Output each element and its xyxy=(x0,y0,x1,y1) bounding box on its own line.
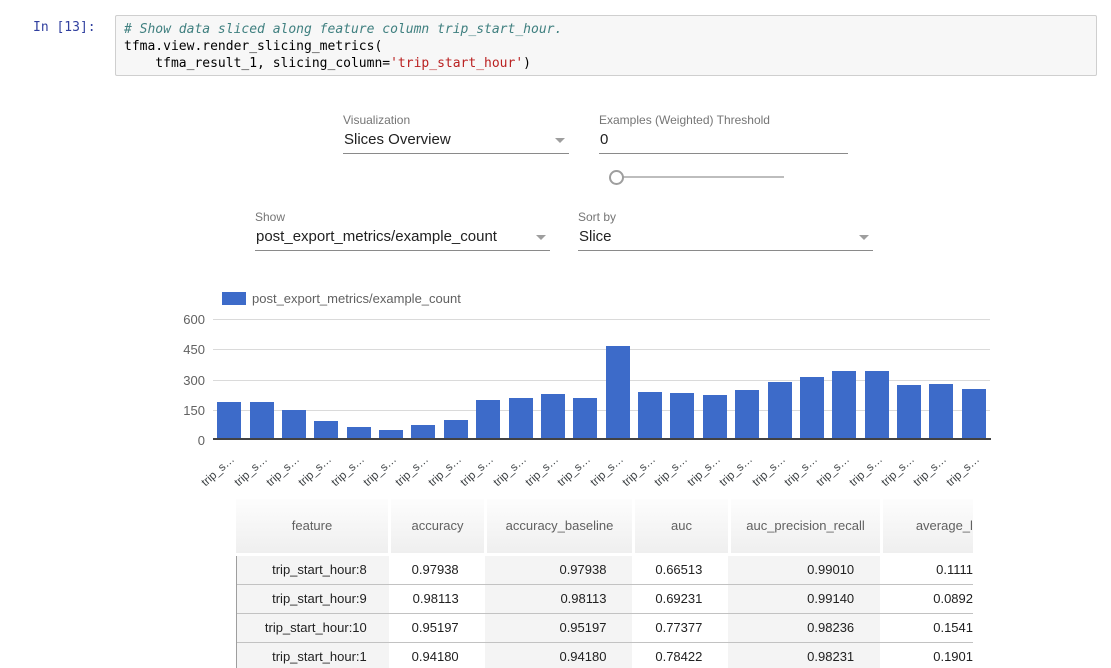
table-cell: 0.1111 xyxy=(880,556,973,584)
show-value: post_export_metrics/example_count xyxy=(255,228,550,245)
code-token: ) xyxy=(523,56,531,71)
sortby-label: Sort by xyxy=(578,210,616,224)
threshold-value: 0 xyxy=(599,131,848,148)
visualization-label: Visualization xyxy=(343,113,410,127)
chart-bar[interactable] xyxy=(509,398,533,440)
y-axis-label: 450 xyxy=(163,342,205,357)
gridline xyxy=(213,349,990,350)
table-cell: 0.97938 xyxy=(389,556,485,584)
chart-bar[interactable] xyxy=(703,395,727,440)
notebook-page: In [13]: # Show data sliced along featur… xyxy=(0,0,1111,668)
chart-bar[interactable] xyxy=(865,371,889,440)
code-token: tfma_result_1, slicing_column= xyxy=(124,56,390,71)
chart-bar[interactable] xyxy=(670,393,694,440)
chart-bar[interactable] xyxy=(573,398,597,440)
chart-bar[interactable] xyxy=(800,377,824,440)
table-body: trip_start_hour:80.979380.979380.665130.… xyxy=(236,556,973,668)
legend-label: post_export_metrics/example_count xyxy=(252,291,461,306)
chart-bar[interactable] xyxy=(541,394,565,440)
table-cell: 0.94180 xyxy=(485,643,633,668)
chart-bar[interactable] xyxy=(282,410,306,440)
threshold-input[interactable]: 0 xyxy=(599,131,848,154)
table-cell: 0.98113 xyxy=(389,585,485,613)
table-cell: 0.1541 xyxy=(880,614,973,642)
visualization-dropdown[interactable]: Slices Overview xyxy=(343,131,569,154)
threshold-label: Examples (Weighted) Threshold xyxy=(599,113,770,127)
sortby-value: Slice xyxy=(578,228,873,245)
code-line: tfma_result_1, slicing_column='trip_star… xyxy=(124,55,1088,72)
table-cell: 0.66513 xyxy=(632,556,728,584)
table-cell: 0.0892 xyxy=(880,585,973,613)
chart-bar[interactable] xyxy=(476,400,500,440)
table-cell: 0.95197 xyxy=(485,614,633,642)
y-axis-label: 150 xyxy=(163,403,205,418)
table-row[interactable]: trip_start_hour:100.951970.951970.773770… xyxy=(237,614,973,643)
chevron-down-icon xyxy=(536,235,546,240)
chart-bar[interactable] xyxy=(929,384,953,440)
table-cell: 0.77377 xyxy=(632,614,728,642)
table-cell: 0.95197 xyxy=(389,614,485,642)
y-axis-label: 600 xyxy=(163,312,205,327)
table-cell: 0.78422 xyxy=(632,643,728,668)
code-token: 'trip_start_hour' xyxy=(390,56,523,71)
table-cell: 0.98113 xyxy=(485,585,633,613)
table-header-row: featureaccuracyaccuracy_baselineaucauc_p… xyxy=(236,499,973,553)
show-label: Show xyxy=(255,210,285,224)
y-axis-label: 0 xyxy=(163,433,205,448)
chart-bar[interactable] xyxy=(962,389,986,440)
chart-bar[interactable] xyxy=(606,346,630,440)
legend-swatch xyxy=(222,292,246,305)
table-header-cell[interactable]: accuracy xyxy=(388,499,484,553)
table-cell: 0.1901 xyxy=(880,643,973,668)
table-row[interactable]: trip_start_hour:80.979380.979380.665130.… xyxy=(237,556,973,585)
table-header-cell[interactable]: auc xyxy=(632,499,728,553)
table-cell: trip_start_hour:10 xyxy=(237,614,389,642)
code-token: tfma.view.render_slicing_metrics( xyxy=(124,39,382,54)
chevron-down-icon xyxy=(555,138,565,143)
table-cell: 0.99140 xyxy=(728,585,880,613)
metrics-table: featureaccuracyaccuracy_baselineaucauc_p… xyxy=(236,499,973,668)
table-cell: 0.69231 xyxy=(632,585,728,613)
table-cell: 0.98236 xyxy=(728,614,880,642)
threshold-slider-track[interactable] xyxy=(611,176,784,178)
visualization-value: Slices Overview xyxy=(343,131,569,148)
chart-bar[interactable] xyxy=(832,371,856,440)
table-cell: trip_start_hour:1 xyxy=(237,643,389,668)
show-dropdown[interactable]: post_export_metrics/example_count xyxy=(255,228,550,251)
code-token: # Show data sliced along feature column … xyxy=(124,22,562,37)
table-header-cell[interactable]: accuracy_baseline xyxy=(484,499,632,553)
table-cell: 0.99010 xyxy=(728,556,880,584)
table-row[interactable]: trip_start_hour:10.941800.941800.784220.… xyxy=(237,643,973,668)
cell-prompt: In [13]: xyxy=(33,20,96,35)
table-cell: 0.98231 xyxy=(728,643,880,668)
table-header-cell[interactable]: feature xyxy=(236,499,388,553)
code-cell[interactable]: # Show data sliced along feature column … xyxy=(115,15,1097,76)
table-header-cell[interactable]: average_loss xyxy=(880,499,973,553)
table-cell: 0.97938 xyxy=(485,556,633,584)
threshold-slider-handle[interactable] xyxy=(609,170,624,185)
table-cell: trip_start_hour:8 xyxy=(237,556,389,584)
chart-bar[interactable] xyxy=(217,402,241,440)
chevron-down-icon xyxy=(859,235,869,240)
table-cell: trip_start_hour:9 xyxy=(237,585,389,613)
x-axis-baseline xyxy=(213,438,991,440)
code-line: # Show data sliced along feature column … xyxy=(124,21,1088,38)
chart-bar[interactable] xyxy=(638,392,662,440)
code-line: tfma.view.render_slicing_metrics( xyxy=(124,38,1088,55)
chart-bar[interactable] xyxy=(897,385,921,440)
table-row[interactable]: trip_start_hour:90.981130.981130.692310.… xyxy=(237,585,973,614)
sortby-dropdown[interactable]: Slice xyxy=(578,228,873,251)
y-axis-label: 300 xyxy=(163,373,205,388)
table-cell: 0.94180 xyxy=(389,643,485,668)
chart-bar[interactable] xyxy=(735,390,759,440)
table-header-cell[interactable]: auc_precision_recall xyxy=(728,499,880,553)
chart-bar[interactable] xyxy=(250,402,274,440)
chart-bar[interactable] xyxy=(768,382,792,440)
gridline xyxy=(213,319,990,320)
